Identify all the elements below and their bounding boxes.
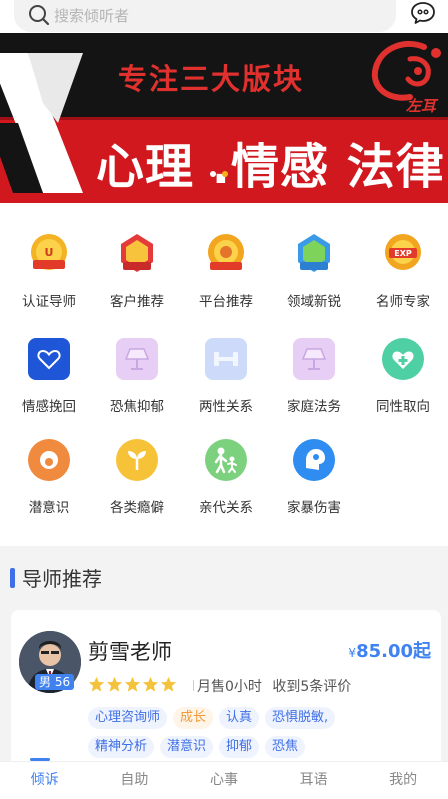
nav-item-qingsu[interactable]: 倾诉 [0, 762, 90, 799]
category-label: 恐焦抑郁 [110, 399, 164, 415]
category-emotional-recovery[interactable]: 情感挽回 [4, 337, 94, 423]
tutor-price: ¥85.00起 [348, 637, 431, 663]
section-title: 导师推荐 [22, 567, 102, 591]
category-customer-recommend[interactable]: 客户推荐 [92, 232, 182, 318]
top-bar: 搜索倾听者 [0, 0, 448, 33]
search-input[interactable]: 搜索倾听者 [14, 0, 396, 32]
tutor-tags: 心理咨询师 成长 认真 恐惧脱敏, 精神分析 潜意识 抑郁 恐焦 [88, 707, 438, 765]
category-label: 认证导师 [22, 294, 76, 310]
star-icon [106, 676, 123, 692]
tag: 认真 [219, 707, 260, 729]
meta-divider [193, 680, 194, 691]
svg-text:EXP: EXP [394, 249, 412, 258]
nav-item-zizhu[interactable]: 自助 [90, 762, 180, 799]
tag: 精神分析 [88, 736, 155, 758]
category-label: 潜意识 [28, 500, 70, 516]
bottom-nav: 倾诉 自助 心事 耳语 我的 [0, 761, 448, 799]
tutor-stats: 月售0小时 收到5条评价 [197, 676, 357, 696]
star-icon [88, 676, 105, 692]
category-label: 同性取向 [376, 399, 430, 415]
sprout-icon [116, 439, 158, 481]
category-subconscious[interactable]: 潜意识 [4, 438, 94, 524]
lamp-icon [116, 338, 158, 380]
chat-bubble-icon[interactable] [410, 1, 436, 25]
parent-child-icon [205, 439, 247, 481]
customer-medal-icon [121, 234, 153, 272]
platform-medal-icon [208, 234, 244, 270]
category-label: 家暴伤害 [287, 500, 341, 516]
banner-brand: 左耳 [406, 97, 437, 115]
tag: 成长 [173, 707, 214, 729]
category-label: 领域新锐 [287, 294, 341, 310]
newcomer-medal-icon [298, 234, 330, 272]
category-label: 家庭法务 [287, 399, 341, 415]
banner-subtitle: 专注三大版块 [118, 62, 305, 96]
category-parent-child[interactable]: 亲代关系 [181, 438, 271, 524]
category-sexual-orientation[interactable]: 同性取向 [358, 337, 448, 423]
search-icon [29, 5, 50, 26]
category-label: 两性关系 [199, 399, 253, 415]
tag: 潜意识 [160, 736, 214, 758]
category-platform-recommend[interactable]: 平台推荐 [181, 232, 271, 318]
category-addictions[interactable]: 各类瘾僻 [92, 438, 182, 524]
nav-item-wode[interactable]: 我的 [358, 762, 448, 799]
banner-logo-mark [0, 53, 83, 193]
category-family-law[interactable]: 家庭法务 [269, 337, 359, 423]
category-label: 各类瘾僻 [110, 500, 164, 516]
tag: 心理咨询师 [88, 707, 168, 729]
category-newcomer[interactable]: 领域新锐 [269, 232, 359, 318]
tag: 恐焦 [265, 736, 306, 758]
tutor-name: 剪雪老师 [88, 640, 172, 664]
sales-count: 月售0小时 [197, 679, 262, 695]
heart-plus-icon [382, 338, 424, 380]
price-currency: ¥ [348, 646, 357, 660]
banner-title: 心理 .情感 法律 [96, 139, 445, 195]
heart-icon [28, 338, 70, 380]
star-icon [142, 676, 159, 692]
certified-medal-icon: U [31, 234, 67, 270]
search-placeholder: 搜索倾听者 [54, 6, 130, 25]
category-label: 情感挽回 [22, 399, 76, 415]
category-sexual-relationship[interactable]: 两性关系 [181, 337, 271, 423]
tag-row-1: 心理咨询师 成长 认真 恐惧脱敏, [88, 707, 438, 729]
nav-item-eryu[interactable]: 耳语 [269, 762, 359, 799]
banner-dot[interactable] [210, 171, 216, 177]
category-label: 亲代关系 [199, 500, 253, 516]
review-count: 收到5条评价 [272, 679, 352, 695]
promo-banner[interactable]: 专注三大版块 左耳 心理 .情感 法律 [0, 33, 448, 203]
category-label: 平台推荐 [199, 294, 253, 310]
section-accent-bar [10, 567, 15, 588]
dumbbell-icon [205, 338, 247, 380]
price-value: 85.00起 [356, 641, 431, 662]
banner-pagination [210, 171, 228, 177]
section-header: 导师推荐 [10, 563, 102, 592]
tag-row-2: 精神分析 潜意识 抑郁 恐焦 [88, 736, 438, 758]
category-domestic-violence[interactable]: 家暴伤害 [269, 438, 359, 524]
star-icon [124, 676, 141, 692]
gender-age-badge: 男 56 [35, 674, 75, 690]
tag: 抑郁 [219, 736, 260, 758]
svg-text:U: U [45, 246, 54, 259]
category-anxiety-depression[interactable]: 恐焦抑郁 [92, 337, 182, 423]
star-icon [160, 676, 177, 692]
tutor-card[interactable]: 男 56 剪雪老师 ¥85.00起 月售0小时 收到5条评价 心理咨询师 成长 … [11, 610, 441, 770]
category-label: 名师专家 [376, 294, 430, 310]
category-expert[interactable]: EXP 名师专家 [358, 232, 448, 318]
nav-item-xinshi[interactable]: 心事 [179, 762, 269, 799]
tag: 恐惧脱敏, [265, 707, 336, 729]
category-certified-tutor[interactable]: U 认证导师 [4, 232, 94, 318]
head-icon [293, 439, 335, 481]
banner-dot-active[interactable] [222, 171, 228, 177]
lamp-icon [293, 338, 335, 380]
category-label: 客户推荐 [110, 294, 164, 310]
subconscious-icon [28, 439, 70, 481]
rating-stars [88, 676, 177, 693]
expert-medal-icon: EXP [385, 234, 421, 270]
